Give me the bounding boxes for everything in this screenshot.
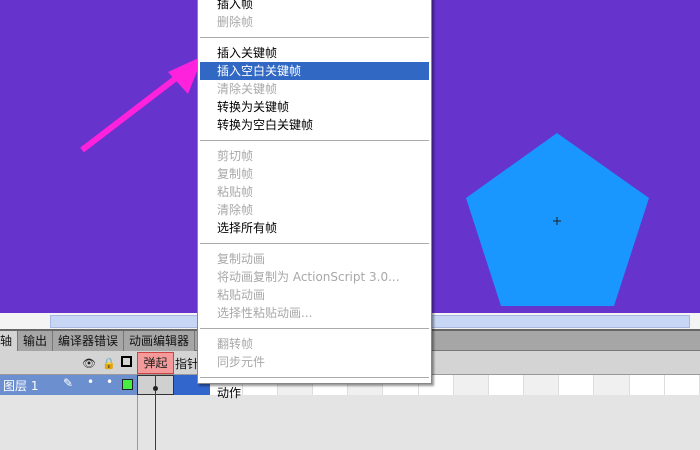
menu-item-paste-motion: 粘贴动画 <box>217 288 266 302</box>
layer-row[interactable]: 图层 1 ✎ • • <box>0 375 137 395</box>
tab-compiler-errors[interactable]: 编译器错误 <box>53 331 125 351</box>
menu-item-convert-to-blank-keyframe[interactable]: 转换为空白关键帧 <box>198 116 431 134</box>
menu-separator <box>200 140 429 141</box>
menu-item-convert-to-keyframe[interactable]: 转换为关键帧 <box>198 98 431 116</box>
lock-dot-icon[interactable]: • <box>106 375 113 389</box>
lock-icon[interactable]: 🔒 <box>102 357 116 370</box>
menu-separator <box>200 377 429 378</box>
visible-dot-icon[interactable]: • <box>87 375 94 389</box>
menu-separator <box>200 328 429 329</box>
tab-motion-editor[interactable]: 动画编辑器 <box>124 331 196 351</box>
context-menu: 插入帧 删除帧 插入关键帧 插入空白关键帧 清除关键帧 转换为关键帧 转换为空白… <box>197 0 432 400</box>
menu-item-clear-keyframe: 清除关键帧 <box>217 82 278 96</box>
tab-timeline[interactable]: 轴 <box>0 331 19 351</box>
menu-item-copy-motion-as-as3: 将动画复制为 ActionScript 3.0... <box>217 270 400 284</box>
menu-item-select-all-frames[interactable]: 选择所有帧 <box>198 219 431 237</box>
menu-separator <box>200 37 429 38</box>
outline-icon[interactable] <box>121 356 132 367</box>
menu-item-remove-frame: 删除帧 <box>217 15 254 29</box>
eye-icon[interactable]: 👁 <box>82 357 96 370</box>
menu-separator <box>200 243 429 244</box>
menu-item-insert-blank-keyframe[interactable]: 插入空白关键帧 <box>200 62 429 80</box>
menu-item-sync-symbols: 同步元件 <box>217 355 266 369</box>
keyframe-dot-icon <box>153 386 158 391</box>
menu-item-paste-frames: 粘贴帧 <box>217 185 254 199</box>
menu-item-clear-frames: 清除帧 <box>217 203 254 217</box>
menu-item-paste-motion-special: 选择性粘贴动画... <box>217 306 313 320</box>
menu-item-insert-keyframe[interactable]: 插入关键帧 <box>198 44 431 62</box>
tab-output[interactable]: 输出 <box>18 331 54 351</box>
pencil-icon: ✎ <box>63 376 74 390</box>
menu-item-copy-motion: 复制动画 <box>217 252 266 266</box>
menu-item-actions[interactable]: 动作 <box>198 384 431 402</box>
menu-item-insert-frame[interactable]: 插入帧 <box>198 0 431 13</box>
divider <box>137 395 138 450</box>
menu-item-reverse-frames: 翻转帧 <box>217 337 254 351</box>
frame-label-up[interactable]: 弹起 <box>137 352 174 374</box>
frame-label-over[interactable]: 指针 <box>175 355 199 372</box>
menu-item-copy-frames: 复制帧 <box>217 167 254 181</box>
layer-name: 图层 1 <box>3 379 39 393</box>
menu-item-cut-frames: 剪切帧 <box>217 149 254 163</box>
pointer-arrow <box>80 56 203 153</box>
layer-color-icon[interactable] <box>122 379 133 390</box>
